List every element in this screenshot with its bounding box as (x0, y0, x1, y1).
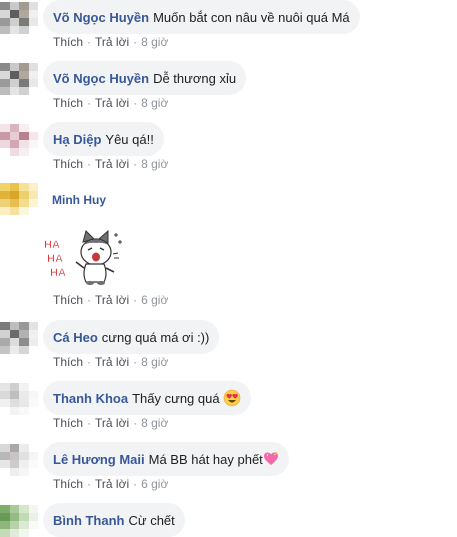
separator: · (87, 355, 92, 369)
reply-link[interactable]: Trả lời (95, 416, 129, 430)
commenter-name[interactable]: Cá Heo (53, 330, 98, 345)
sticker-text: HA (50, 267, 66, 279)
separator: · (133, 157, 138, 171)
comment-actions: Thích · Trả lời · 6 giờ (53, 293, 168, 307)
reply-link[interactable]: Trả lời (95, 477, 129, 491)
sparkling-heart-emoji (263, 451, 278, 465)
comment-actions: Thích · Trả lời · 8 giờ (53, 157, 168, 171)
timestamp[interactable]: 8 giờ (141, 96, 168, 110)
cat-sticker[interactable]: HA HA HA (44, 228, 126, 286)
comment-actions: Thích · Trả lời · 6 giờ (53, 477, 168, 491)
comment-text: Má BB hát hay phết (148, 451, 263, 467)
comment-actions: Thích · Trả lời · 8 giờ (53, 96, 168, 110)
comment-text: Thấy cưng quá (132, 390, 220, 406)
reply-link[interactable]: Trả lời (95, 355, 129, 369)
separator: · (87, 96, 92, 110)
avatar[interactable] (0, 444, 38, 476)
separator: · (133, 293, 138, 307)
commenter-name[interactable]: Minh Huy (52, 193, 106, 207)
like-link[interactable]: Thích (53, 293, 83, 307)
reply-link[interactable]: Trả lời (95, 157, 129, 171)
comment-bubble: Hạ Diệp Yêu qá!! (43, 122, 164, 156)
separator: · (133, 35, 138, 49)
comment-actions: Thích · Trả lời · 8 giờ (53, 416, 168, 430)
commenter-name[interactable]: Thanh Khoa (53, 391, 128, 406)
commenter-name[interactable]: Bình Thanh (53, 513, 125, 528)
commenter-name[interactable]: Võ Ngọc Huyền (53, 10, 149, 25)
like-link[interactable]: Thích (53, 416, 83, 430)
comment-text: Dễ thương xỉu (153, 70, 237, 86)
avatar[interactable] (0, 322, 38, 354)
separator: · (87, 416, 92, 430)
comment-bubble: Võ Ngọc Huyền Muốn bắt con nâu về nuôi q… (43, 0, 360, 34)
comment-bubble: Bình Thanh Cừ chết (43, 503, 185, 537)
comment-bubble: Lê Hương Maii Má BB hát hay phết (43, 442, 289, 476)
sticker-text: HA (47, 253, 63, 265)
avatar[interactable] (0, 2, 38, 34)
like-link[interactable]: Thích (53, 477, 83, 491)
like-link[interactable]: Thích (53, 355, 83, 369)
separator: · (87, 157, 92, 171)
like-link[interactable]: Thích (53, 96, 83, 110)
comment-bubble: Thanh Khoa Thấy cưng quá (43, 381, 251, 415)
comment-text: cưng quá má ơi :)) (101, 329, 210, 345)
cat-drawing (75, 229, 122, 285)
avatar[interactable] (0, 383, 38, 415)
timestamp[interactable]: 8 giờ (141, 35, 168, 49)
sticker-text: HA (44, 239, 60, 251)
comment-actions: Thích · Trả lời · 8 giờ (53, 355, 168, 369)
comment-actions: Thích · Trả lời · 8 giờ (53, 35, 168, 49)
reply-link[interactable]: Trả lời (95, 293, 129, 307)
comment-bubble: Cá Heo cưng quá má ơi :)) (43, 320, 220, 354)
avatar[interactable] (0, 124, 38, 156)
reply-link[interactable]: Trả lời (95, 35, 129, 49)
separator: · (133, 416, 138, 430)
like-link[interactable]: Thích (53, 35, 83, 49)
avatar[interactable] (0, 505, 38, 537)
separator: · (87, 35, 92, 49)
separator: · (133, 355, 138, 369)
timestamp[interactable]: 8 giờ (141, 355, 168, 369)
comment-bubble: Võ Ngọc Huyền Dễ thương xỉu (43, 61, 247, 95)
avatar[interactable] (0, 183, 38, 215)
comment-text: Muốn bắt con nâu về nuôi quá Má (153, 9, 350, 25)
comment-text: Yêu qá!! (105, 131, 154, 147)
commenter-name[interactable]: Hạ Diệp (53, 132, 101, 147)
timestamp[interactable]: 8 giờ (141, 157, 168, 171)
timestamp[interactable]: 6 giờ (141, 477, 168, 491)
avatar[interactable] (0, 63, 38, 95)
separator: · (87, 477, 92, 491)
commenter-name[interactable]: Võ Ngọc Huyền (53, 71, 149, 86)
timestamp[interactable]: 6 giờ (141, 293, 168, 307)
timestamp[interactable]: 8 giờ (141, 416, 168, 430)
comment-text: Cừ chết (128, 512, 175, 528)
heart-eyes-emoji (223, 389, 240, 407)
separator: · (133, 96, 138, 110)
like-link[interactable]: Thích (53, 157, 83, 171)
commenter-name[interactable]: Lê Hương Maii (53, 452, 145, 467)
reply-link[interactable]: Trả lời (95, 96, 129, 110)
separator: · (87, 293, 92, 307)
separator: · (133, 477, 138, 491)
